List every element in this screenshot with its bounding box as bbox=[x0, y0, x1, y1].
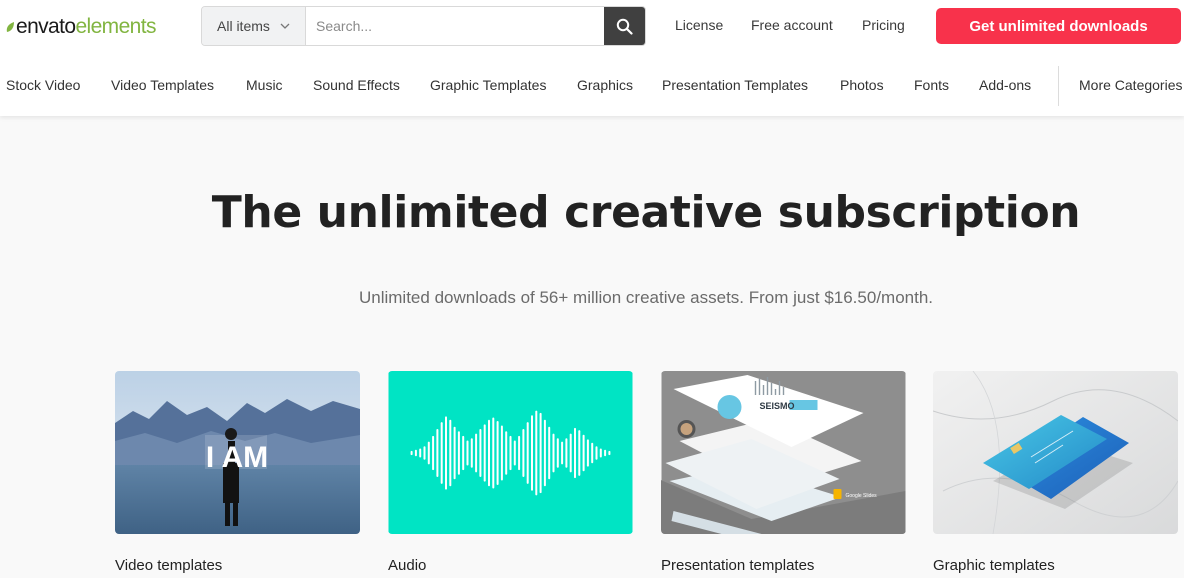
category-sound-effects[interactable]: Sound Effects bbox=[313, 77, 400, 93]
search-icon bbox=[616, 18, 633, 35]
google-slides-badge: Google Slides bbox=[846, 493, 878, 499]
chevron-down-icon bbox=[280, 23, 290, 29]
card-label[interactable]: Graphic templates bbox=[933, 557, 1055, 574]
pricing-link[interactable]: Pricing bbox=[862, 17, 905, 33]
search-category-dropdown[interactable]: All items bbox=[202, 7, 306, 45]
category-video-templates[interactable]: Video Templates bbox=[111, 77, 214, 93]
free-account-link[interactable]: Free account bbox=[751, 17, 833, 33]
audio-thumbnail[interactable] bbox=[388, 371, 633, 534]
category-navigation: Stock Video Video Templates Music Sound … bbox=[0, 66, 1184, 106]
category-presentation-templates[interactable]: Presentation Templates bbox=[662, 77, 808, 93]
category-fonts[interactable]: Fonts bbox=[914, 77, 949, 93]
category-music[interactable]: Music bbox=[246, 77, 283, 93]
more-categories-link[interactable]: More Categories bbox=[1079, 77, 1183, 93]
card-presentation-templates[interactable]: SEISMO Google Slides Presentation templa… bbox=[661, 371, 906, 574]
leaf-icon bbox=[6, 22, 14, 32]
logo-text-envato: envato bbox=[16, 15, 76, 38]
get-unlimited-downloads-button[interactable]: Get unlimited downloads bbox=[936, 8, 1181, 44]
card-graphic-templates[interactable]: Graphic templates bbox=[933, 371, 1178, 574]
category-graphics[interactable]: Graphics bbox=[577, 77, 633, 93]
search-category-label: All items bbox=[217, 18, 270, 34]
envato-elements-logo[interactable]: envato elements bbox=[5, 14, 156, 40]
card-video-templates[interactable]: I AM Video templates bbox=[115, 371, 360, 574]
license-link[interactable]: License bbox=[675, 17, 723, 33]
card-audio[interactable]: Audio bbox=[388, 371, 633, 574]
seismo-overlay-title: SEISMO bbox=[760, 401, 795, 411]
logo-text-elements: elements bbox=[75, 15, 156, 38]
top-navigation: envatoelements All items License Free ac… bbox=[0, 0, 1184, 116]
card-label[interactable]: Video templates bbox=[115, 557, 222, 574]
category-divider bbox=[1058, 66, 1059, 106]
card-label[interactable]: Audio bbox=[388, 557, 426, 574]
category-add-ons[interactable]: Add-ons bbox=[979, 77, 1031, 93]
presentation-templates-thumbnail[interactable]: SEISMO Google Slides bbox=[661, 371, 906, 534]
graphic-templates-thumbnail[interactable] bbox=[933, 371, 1178, 534]
video-templates-thumbnail[interactable]: I AM bbox=[115, 371, 360, 534]
card-label[interactable]: Presentation templates bbox=[661, 557, 814, 574]
hero-title: The unlimited creative subscription bbox=[211, 187, 1081, 238]
search-input[interactable] bbox=[306, 7, 604, 45]
category-stock-video[interactable]: Stock Video bbox=[6, 77, 80, 93]
hero-subtitle: Unlimited downloads of 56+ million creat… bbox=[358, 288, 934, 307]
category-photos[interactable]: Photos bbox=[840, 77, 884, 93]
category-graphic-templates[interactable]: Graphic Templates bbox=[430, 77, 546, 93]
i-am-overlay-text: I AM bbox=[206, 441, 268, 474]
search-button[interactable] bbox=[604, 7, 645, 45]
search-bar: All items bbox=[201, 6, 646, 46]
